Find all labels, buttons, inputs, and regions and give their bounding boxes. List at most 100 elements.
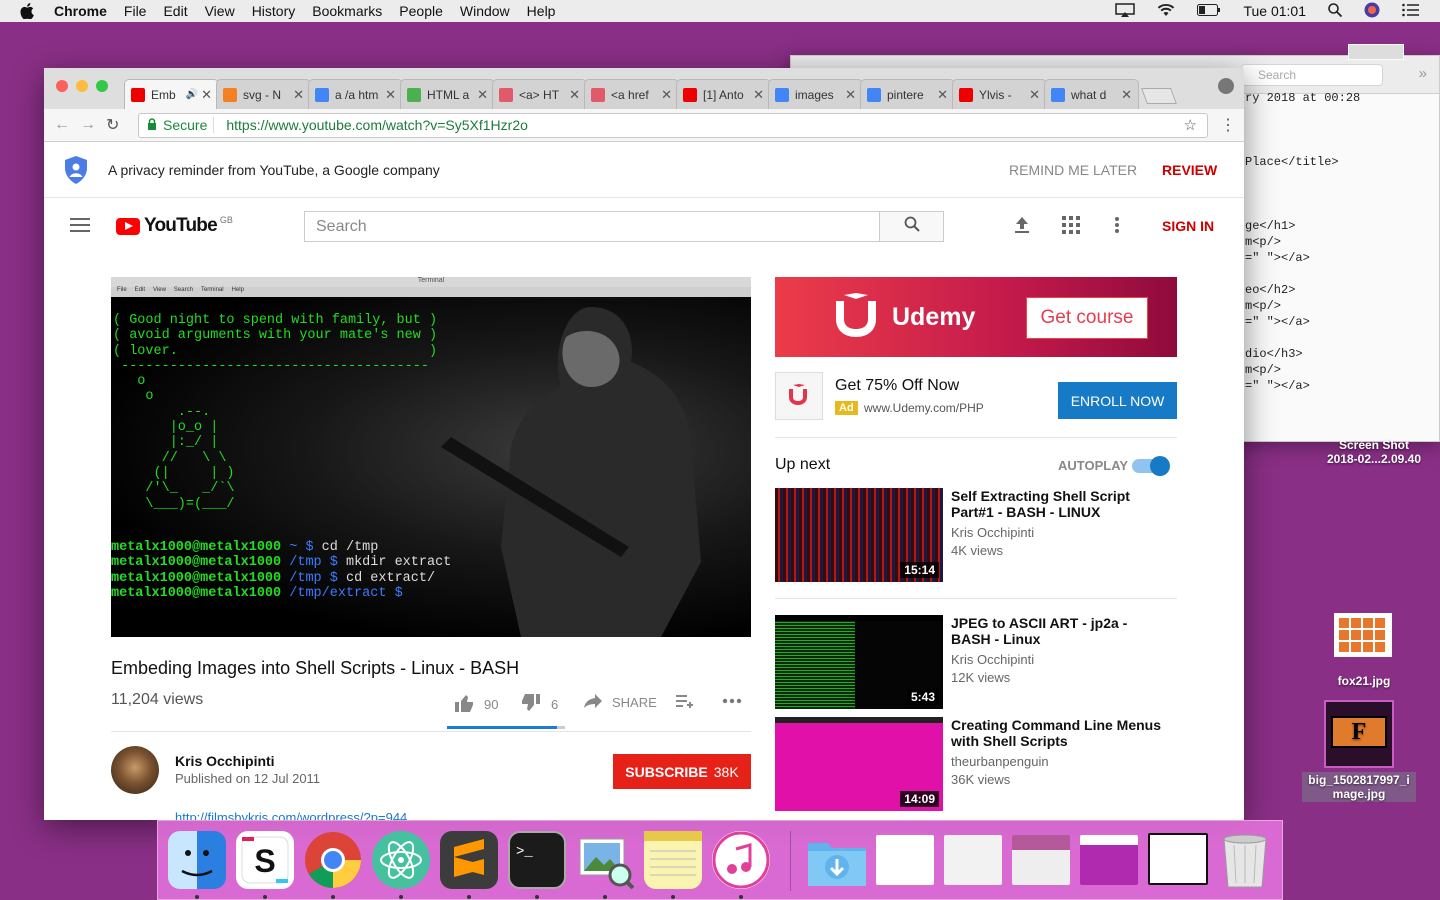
browser-tab[interactable]: <a href ✕ <box>584 79 679 109</box>
menu-history[interactable]: History <box>252 3 296 19</box>
spotlight-icon[interactable] <box>1328 2 1343 20</box>
close-tab-icon[interactable]: ✕ <box>1029 87 1040 103</box>
notes-icon[interactable] <box>644 831 702 889</box>
speaker-icon[interactable]: 🔊 <box>186 89 198 100</box>
video-player[interactable]: Terminal File Edit View Search Terminal Help … <box>111 277 751 637</box>
menu-help[interactable]: Help <box>527 3 556 19</box>
share-button[interactable]: SHARE <box>584 694 657 711</box>
browser-tab[interactable]: HTML a ✕ <box>400 79 495 109</box>
trash-icon[interactable] <box>1220 831 1278 889</box>
bookmark-star-icon[interactable]: ☆ <box>1184 116 1197 134</box>
subscribe-button[interactable]: SUBSCRIBE 38K <box>613 754 751 789</box>
close-window-button[interactable] <box>56 80 68 92</box>
close-tab-icon[interactable]: ✕ <box>569 87 580 103</box>
channel-name[interactable]: Kris Occhipinti <box>175 753 275 769</box>
close-tab-icon[interactable]: ✕ <box>201 87 212 103</box>
browser-tab[interactable]: Emb 🔊 ✕ <box>124 79 219 109</box>
close-tab-icon[interactable]: ✕ <box>477 87 488 103</box>
address-bar[interactable]: Secure https://www.youtube.com/watch?v=S… <box>138 112 1208 138</box>
menu-edit[interactable]: Edit <box>163 3 187 19</box>
profile-icon[interactable] <box>1218 78 1234 94</box>
close-tab-icon[interactable]: ✕ <box>753 87 764 103</box>
user-avatar-icon[interactable] <box>1364 2 1380 21</box>
new-tab-button[interactable] <box>1141 88 1177 104</box>
sublime-text-icon[interactable] <box>440 831 498 889</box>
browser-tab[interactable]: a /a htm ✕ <box>308 79 403 109</box>
menu-people[interactable]: People <box>399 3 443 19</box>
big-image-label[interactable]: big_1502817997_i mage.jpg <box>1302 772 1416 802</box>
menu-window[interactable]: Window <box>460 3 510 19</box>
browser-tab[interactable]: Ylvis - ✕ <box>952 79 1047 109</box>
notification-center-icon[interactable] <box>1402 3 1420 20</box>
itunes-icon[interactable] <box>712 831 770 889</box>
window-thumb-3[interactable] <box>1012 835 1070 885</box>
close-tab-icon[interactable]: ✕ <box>845 87 856 103</box>
recommended-video-2[interactable]: 5:43 JPEG to ASCII ART - jp2a - BASH - L… <box>775 615 1177 709</box>
search-button[interactable] <box>879 211 944 242</box>
remind-later-button[interactable]: REMIND ME LATER <box>1009 162 1137 178</box>
close-tab-icon[interactable]: ✕ <box>293 87 304 103</box>
window-thumb-2[interactable] <box>944 835 1002 885</box>
more-horiz-icon[interactable] <box>722 698 742 704</box>
recommended-video-1[interactable]: 15:14 Self Extracting Shell Script Part#… <box>775 488 1177 582</box>
back-arrow-icon[interactable]: ← <box>54 116 80 134</box>
udemy-icon[interactable] <box>775 372 823 420</box>
background-search-input[interactable]: Search <box>1241 64 1383 86</box>
get-course-button[interactable]: Get course <box>1026 297 1148 339</box>
udemy-ad-banner[interactable]: Udemy Get course <box>775 277 1177 357</box>
atom-icon[interactable] <box>372 831 430 889</box>
hamburger-menu-icon[interactable] <box>70 218 90 236</box>
desktop-screenshot-label[interactable]: Screen Shot 2018-02...2.09.40 <box>1318 438 1430 466</box>
video-title[interactable]: Self Extracting Shell Script Part#1 - BA… <box>951 488 1166 520</box>
downloads-folder-icon[interactable] <box>806 831 866 889</box>
airplay-icon[interactable] <box>1115 2 1136 20</box>
more-vert-icon[interactable] <box>1114 216 1120 239</box>
like-button[interactable]: 90 <box>454 694 498 715</box>
zoom-window-button[interactable] <box>96 80 108 92</box>
video-thumbnail[interactable]: 14:09 <box>775 717 943 811</box>
browser-tab[interactable]: what d ✕ <box>1044 79 1139 109</box>
fox-image-label[interactable]: fox21.jpg <box>1322 674 1406 688</box>
window-thumb-4[interactable] <box>1080 835 1138 885</box>
wifi-icon[interactable] <box>1157 3 1175 20</box>
browser-tab[interactable]: [1] Anto ✕ <box>676 79 771 109</box>
terminal-icon[interactable]: >_ <box>508 831 566 889</box>
ad-headline[interactable]: Get 75% Off Now <box>835 377 959 395</box>
browser-tab[interactable]: svg - N ✕ <box>216 79 311 109</box>
video-title[interactable]: JPEG to ASCII ART - jp2a - BASH - Linux <box>951 615 1166 647</box>
apps-grid-icon[interactable] <box>1062 216 1080 239</box>
preview-icon[interactable] <box>576 831 635 890</box>
window-thumb-5[interactable] <box>1148 833 1208 885</box>
close-tab-icon[interactable]: ✕ <box>937 87 948 103</box>
battery-icon[interactable] <box>1197 3 1221 19</box>
browser-tab[interactable]: pintere ✕ <box>860 79 955 109</box>
menu-view[interactable]: View <box>205 3 235 19</box>
window-thumb-1[interactable] <box>876 835 934 885</box>
review-button[interactable]: REVIEW <box>1162 162 1217 178</box>
menu-file[interactable]: File <box>124 3 147 19</box>
clock[interactable]: Tue 01:01 <box>1243 3 1306 19</box>
close-tab-icon[interactable]: ✕ <box>385 87 396 103</box>
fox-image-icon[interactable] <box>1334 613 1392 657</box>
chrome-icon[interactable] <box>304 831 362 889</box>
video-thumbnail[interactable]: 5:43 <box>775 615 943 709</box>
autoplay-toggle[interactable] <box>1132 456 1170 476</box>
close-tab-icon[interactable]: ✕ <box>661 87 672 103</box>
enroll-now-button[interactable]: ENROLL NOW <box>1058 382 1177 419</box>
minimize-window-button[interactable] <box>76 80 88 92</box>
description-link[interactable]: http://filmsbykris.com/wordpress/?p=944 <box>175 810 407 820</box>
finder-icon[interactable] <box>168 831 226 889</box>
forward-arrow-icon[interactable]: → <box>80 116 106 134</box>
youtube-search-input[interactable]: Search <box>304 211 880 242</box>
sign-in-button[interactable]: SIGN IN <box>1162 218 1214 234</box>
menu-app-chrome[interactable]: Chrome <box>54 3 107 19</box>
video-title[interactable]: Creating Command Line Menus with Shell S… <box>951 717 1166 749</box>
chevron-right-icon[interactable]: » <box>1419 65 1427 82</box>
big-image-icon[interactable]: F <box>1324 700 1394 768</box>
recommended-video-3[interactable]: 14:09 Creating Command Line Menus with S… <box>775 717 1177 811</box>
chrome-menu-icon[interactable]: ⋮ <box>1220 115 1236 135</box>
browser-tab[interactable]: <a> HT ✕ <box>492 79 587 109</box>
upload-icon[interactable] <box>1014 216 1030 239</box>
screenshot-thumbnail[interactable] <box>1348 44 1404 60</box>
menu-bookmarks[interactable]: Bookmarks <box>312 3 382 19</box>
